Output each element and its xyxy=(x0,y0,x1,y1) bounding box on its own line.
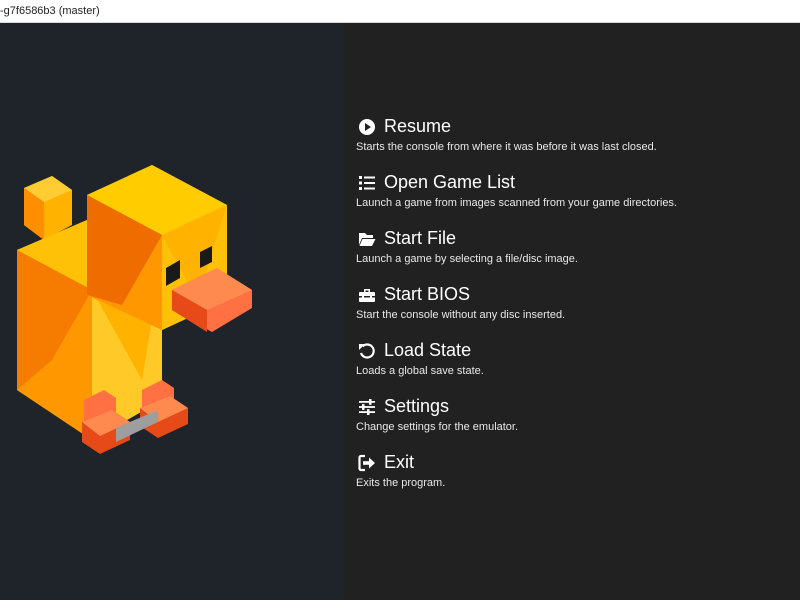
menu-item-description: Change settings for the emulator. xyxy=(356,421,519,433)
play-circle-icon xyxy=(358,118,376,136)
sliders-icon xyxy=(358,398,376,416)
menu-item-label: Resume xyxy=(384,116,452,136)
menu-item-description: Starts the console from where it was bef… xyxy=(356,141,657,153)
menu-item-description: Loads a global save state. xyxy=(356,365,484,377)
menu-item-label: Load State xyxy=(384,340,472,360)
main-menu: Resume Starts the console from where it … xyxy=(356,114,796,506)
list-icon xyxy=(358,174,376,192)
sign-out-icon xyxy=(358,454,376,472)
menu-item-label: Settings xyxy=(384,396,450,416)
menu-item-resume[interactable]: Resume Starts the console from where it … xyxy=(356,114,796,170)
menu-item-label: Start File xyxy=(384,228,457,248)
window-title-bar: -g7f6586b3 (master) xyxy=(0,0,800,23)
menu-item-start-file[interactable]: Start File Launch a game by selecting a … xyxy=(356,226,796,282)
menu-item-description: Launch a game by selecting a file/disc i… xyxy=(356,253,578,265)
folder-open-icon xyxy=(358,230,376,248)
menu-item-description: Launch a game from images scanned from y… xyxy=(356,197,677,209)
menu-item-label: Start BIOS xyxy=(384,284,471,304)
menu-item-label: Open Game List xyxy=(384,172,516,192)
menu-item-label: Exit xyxy=(384,452,415,472)
menu-item-exit[interactable]: Exit Exits the program. xyxy=(356,450,796,506)
menu-item-description: Exits the program. xyxy=(356,477,446,489)
window-title: -g7f6586b3 (master) xyxy=(0,5,100,17)
menu-item-description: Start the console without any disc inser… xyxy=(356,309,566,321)
duck-mascot-icon xyxy=(12,150,262,470)
toolbox-icon xyxy=(358,286,376,304)
menu-item-settings[interactable]: Settings Change settings for the emulato… xyxy=(356,394,796,450)
menu-item-load-state[interactable]: Load State Loads a global save state. xyxy=(356,338,796,394)
undo-icon xyxy=(358,342,376,360)
menu-item-open-game-list[interactable]: Open Game List Launch a game from images… xyxy=(356,170,796,226)
menu-item-start-bios[interactable]: Start BIOS Start the console without any… xyxy=(356,282,796,338)
